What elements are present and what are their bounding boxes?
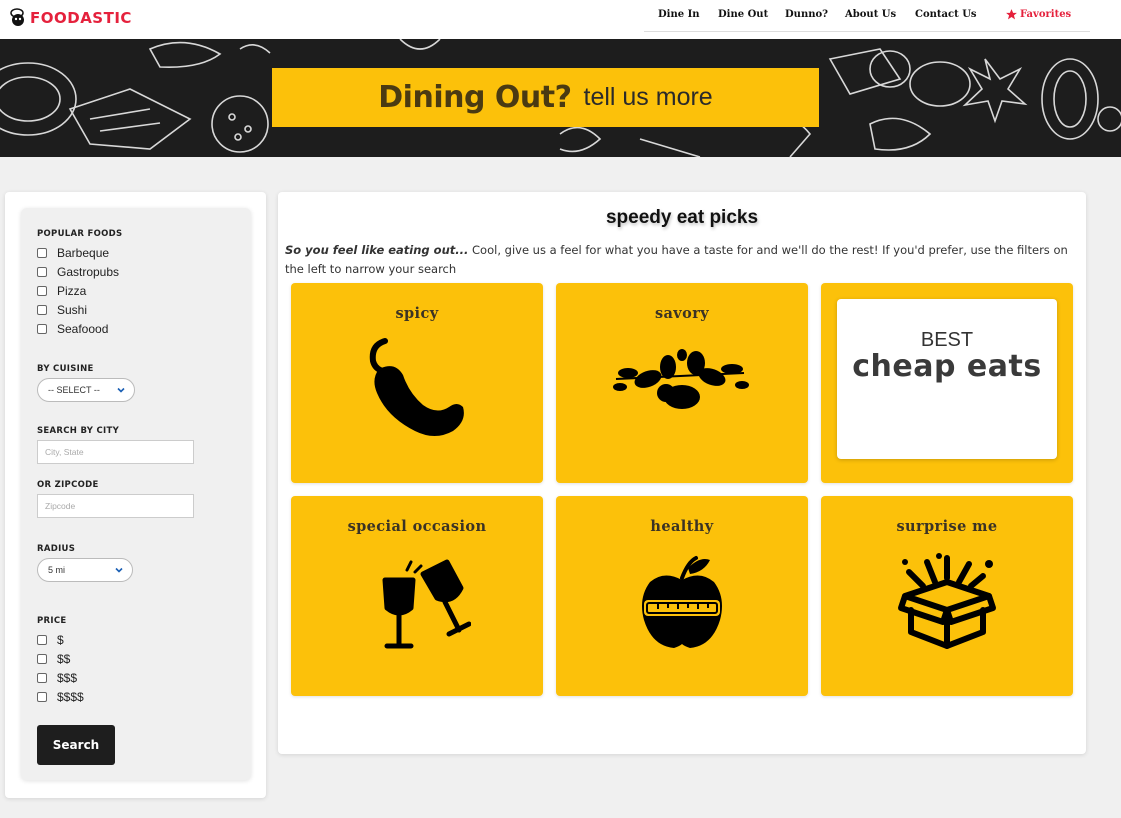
tile-spicy[interactable]: spicy (291, 283, 543, 483)
checkbox-label: Barbeque (57, 246, 110, 260)
checkbox-label: Sushi (57, 303, 88, 317)
champagne-toast-icon (382, 559, 471, 649)
nav-dine-in[interactable]: Dine In (658, 9, 700, 20)
cuisine-select[interactable]: -- SELECT -- (37, 378, 135, 402)
chili-pepper-icon (369, 338, 464, 436)
cheap-eats-card: BEST cheap eats (837, 299, 1057, 459)
brand-logo[interactable]: FOODASTIC (8, 6, 132, 30)
filter-price-4[interactable]: $$$$ (37, 690, 84, 704)
price-label: PRICE (37, 616, 67, 626)
tile-surprise-me[interactable]: surprise me (821, 496, 1073, 696)
checkbox-label: $ (57, 633, 64, 647)
filter-option-gastropubs[interactable]: Gastropubs (37, 265, 119, 279)
checkbox[interactable] (37, 673, 47, 683)
filter-price-2[interactable]: $$ (37, 652, 70, 666)
radius-select-value: 5 mi (48, 565, 66, 575)
filter-price-3[interactable]: $$$ (37, 671, 77, 685)
zipcode-label: OR ZIPCODE (37, 480, 99, 490)
checkbox[interactable] (37, 286, 47, 296)
checkbox-label: Seafoood (57, 322, 109, 336)
tile-savory[interactable]: savory (556, 283, 808, 483)
tile-healthy[interactable]: healthy (556, 496, 808, 696)
checkbox[interactable] (37, 324, 47, 334)
page-title: speedy eat picks (605, 207, 759, 228)
city-input[interactable]: City, State (37, 440, 194, 464)
checkbox-label: $$ (57, 652, 71, 666)
apple-measuring-tape-icon (642, 556, 722, 648)
favorites-label: Favorites (1020, 9, 1072, 20)
hero-banner: Dining Out? tell us more (0, 39, 1121, 157)
intro-text: So you feel like eating out... Cool, giv… (285, 241, 1080, 279)
checkbox-label: Pizza (57, 284, 87, 298)
radius-label: RADIUS (37, 544, 76, 554)
nav-dunno[interactable]: Dunno? (785, 9, 828, 20)
filter-option-sushi[interactable]: Sushi (37, 303, 87, 317)
chevron-down-icon (117, 387, 125, 393)
tile-title: special occasion (347, 518, 487, 535)
filter-option-seafood[interactable]: Seafoood (37, 322, 108, 336)
checkbox[interactable] (37, 267, 47, 277)
nav-favorites[interactable]: Favorites (1005, 8, 1071, 21)
hero-subtitle: tell us more (583, 83, 713, 111)
checkbox[interactable] (37, 692, 47, 702)
cheap-eats-bottom: cheap eats (852, 349, 1042, 384)
nav-contact-us[interactable]: Contact Us (915, 9, 977, 20)
hero-title: Dining Out? (378, 80, 572, 115)
tile-title: spicy (395, 305, 439, 322)
checkbox-label: $$$$ (57, 690, 84, 704)
nav-about-us[interactable]: About Us (845, 9, 896, 20)
chevron-down-icon (115, 567, 123, 573)
zipcode-input[interactable]: Zipcode (37, 494, 194, 518)
tile-special-occasion[interactable]: special occasion (291, 496, 543, 696)
checkbox-label: $$$ (57, 671, 78, 685)
checkbox[interactable] (37, 305, 47, 315)
radius-select[interactable]: 5 mi (37, 558, 133, 582)
checkbox-label: Gastropubs (57, 265, 120, 279)
surprise-box-icon (898, 553, 996, 649)
brand-name: FOODASTIC (30, 9, 132, 27)
filter-option-pizza[interactable]: Pizza (37, 284, 86, 298)
tile-title: surprise me (896, 518, 998, 535)
herbs-icon (613, 349, 749, 409)
cuisine-label: BY CUISINE (37, 364, 94, 374)
popular-foods-label: POPULAR FOODS (37, 229, 123, 239)
tile-title: healthy (650, 518, 714, 535)
checkbox[interactable] (37, 654, 47, 664)
tile-cheap-eats[interactable]: BEST cheap eats (821, 283, 1073, 483)
intro-bold: So you feel like eating out... (285, 243, 469, 257)
hero-headline: Dining Out? tell us more (272, 68, 819, 127)
search-button[interactable]: Search (37, 725, 115, 765)
filter-price-1[interactable]: $ (37, 633, 64, 647)
city-label: SEARCH BY CITY (37, 426, 120, 436)
nav-dine-out[interactable]: Dine Out (718, 9, 768, 20)
filter-option-barbeque[interactable]: Barbeque (37, 246, 109, 260)
chef-mascot-icon (10, 8, 24, 26)
checkbox[interactable] (37, 635, 47, 645)
cuisine-select-value: -- SELECT -- (48, 385, 100, 395)
checkbox[interactable] (37, 248, 47, 258)
star-icon (1006, 9, 1017, 20)
tile-title: savory (654, 305, 710, 322)
top-nav: FOODASTIC Dine In Dine Out Dunno? About … (0, 0, 1121, 39)
